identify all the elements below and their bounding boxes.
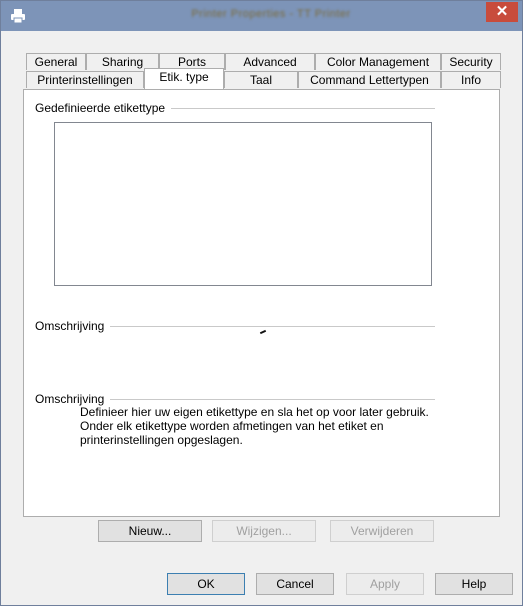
description-line: Definieer hier uw eigen etikettype en sl… <box>80 405 429 419</box>
printer-icon <box>11 9 25 24</box>
delete-button[interactable]: Verwijderen <box>330 520 434 542</box>
cancel-button[interactable]: Cancel <box>256 573 334 595</box>
group-label-defined-types: Gedefinieerde etikettype <box>35 101 172 115</box>
apply-button[interactable]: Apply <box>346 573 424 595</box>
tab-advanced[interactable]: Advanced <box>225 53 315 70</box>
group-label-description-2: Omschrijving <box>35 392 111 406</box>
new-button[interactable]: Nieuw... <box>98 520 202 542</box>
close-button[interactable]: ✕ <box>486 2 518 22</box>
edit-button[interactable]: Wijzigen... <box>212 520 316 542</box>
window-title: Printer Properties - TT Printer <box>191 8 351 20</box>
tab-etik-type[interactable]: Etik. type <box>144 68 224 89</box>
label-type-list[interactable] <box>54 122 432 286</box>
help-button[interactable]: Help <box>435 573 513 595</box>
description-text: Definieer hier uw eigen etikettype en sl… <box>80 405 440 447</box>
tab-taal[interactable]: Taal <box>224 71 298 88</box>
title-bar[interactable]: Printer Properties - TT Printer ✕ <box>1 1 522 31</box>
tab-command-lettertypen[interactable]: Command Lettertypen <box>298 71 441 88</box>
description-line: Onder elk etikettype worden afmetingen v… <box>80 419 384 433</box>
description-line: printerinstellingen opgeslagen. <box>80 433 243 447</box>
ok-button[interactable]: OK <box>167 573 245 595</box>
tab-security[interactable]: Security <box>441 53 501 70</box>
tab-info[interactable]: Info <box>441 71 501 88</box>
tab-general[interactable]: General <box>26 53 86 70</box>
group-label-description: Omschrijving <box>35 319 111 333</box>
tab-printerinstellingen[interactable]: Printerinstellingen <box>26 71 144 88</box>
tab-color-management[interactable]: Color Management <box>315 53 441 70</box>
close-icon: ✕ <box>495 3 509 20</box>
printer-properties-window: Printer Properties - TT Printer ✕ Genera… <box>0 0 523 606</box>
